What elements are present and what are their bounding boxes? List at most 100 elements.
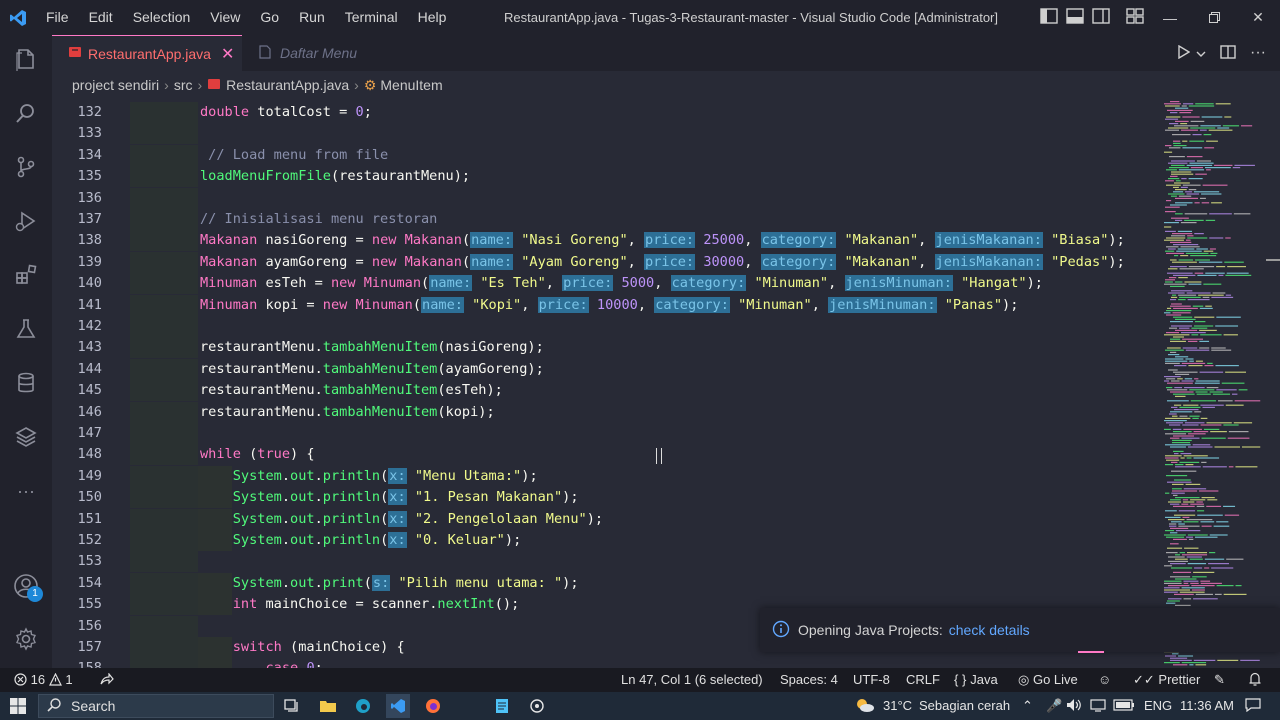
clock[interactable]: 11:36 AM [1180,692,1234,720]
layers-icon[interactable] [12,423,40,451]
explorer-icon[interactable] [12,45,40,73]
notification-link[interactable]: check details [949,622,1030,638]
code-line[interactable]: 135 loadMenuFromFile(restaurantMenu); [52,166,1162,188]
more-actions-icon[interactable]: ··· [1250,44,1266,62]
notepad-icon[interactable] [490,694,514,718]
menu-view[interactable]: View [200,0,250,35]
code-line[interactable]: 158 case 0: [52,658,1162,668]
code-text: Makanan ayamGoreng = new Makanan(name: "… [200,253,1125,270]
prettier-button[interactable]: ✓✓ Prettier [1133,668,1200,692]
code-line[interactable]: 138 Makanan nasiGoreng = new Makanan(name… [52,230,1162,252]
volume-icon[interactable] [1066,692,1082,720]
notification-toast[interactable]: Opening Java Projects: check details [760,608,1280,653]
input-language[interactable]: ENG [1144,692,1172,720]
taskbar-search[interactable]: Search [38,694,274,718]
breadcrumb-item[interactable]: src [174,77,193,93]
code-line[interactable]: 141 Minuman kopi = new Minuman(name: "Kop… [52,294,1162,316]
menu-go[interactable]: Go [250,0,289,35]
code-line[interactable]: 137 // Inisialisasi menu restoran [52,209,1162,230]
menu-run[interactable]: Run [289,0,335,35]
microphone-icon[interactable]: 🎤 [1046,692,1062,720]
tab-restaurantapp[interactable]: RestaurantApp.java ✕ [52,35,242,71]
firefox-icon[interactable] [421,694,445,718]
file-explorer-icon[interactable] [316,694,340,718]
toggle-secondary-sidebar-icon[interactable] [1092,8,1112,26]
restore-icon[interactable] [1192,0,1236,35]
tab-daftar-menu[interactable]: Daftar Menu [242,35,428,71]
settings-gear-icon[interactable] [12,625,40,653]
extensions-icon[interactable] [12,261,40,289]
code-line[interactable]: 133 [52,123,1162,145]
toggle-panel-icon[interactable] [1066,8,1086,26]
indentation[interactable]: Spaces: 4 [780,668,838,692]
code-editor[interactable]: 132 double totalCost = 0; 133 134 // Load m… [52,99,1162,668]
notifications-bell-icon[interactable] [1248,668,1262,692]
code-line[interactable]: 154 System.out.print(s: "Pilih menu utam… [52,572,1162,594]
scrollbar[interactable] [1266,99,1280,668]
minimap-line [1196,393,1211,395]
close-icon[interactable]: ✕ [1236,0,1280,35]
code-line[interactable]: 134 // Load menu from file [52,144,1162,166]
menu-selection[interactable]: Selection [123,0,201,35]
menu-file[interactable]: File [36,0,79,35]
minimize-icon[interactable]: — [1148,0,1192,35]
weather-temp[interactable]: 31°C [883,692,912,720]
vscode-taskbar-icon[interactable] [386,694,410,718]
database-icon[interactable] [12,369,40,397]
minimap[interactable] [1162,99,1266,668]
breadcrumb-item[interactable]: MenuItem [380,77,442,93]
task-view-icon[interactable] [280,694,304,718]
app-settings-icon[interactable] [525,694,549,718]
code-line[interactable]: 139 Makanan ayamGoreng = new Makanan(name… [52,251,1162,273]
code-line[interactable]: 148 while (true) { [52,444,1162,466]
run-debug-icon[interactable] [12,207,40,235]
code-line[interactable]: 145 restaurantMenu.tambahMenuItem(esTeh); [52,380,1162,402]
customize-layout-icon[interactable] [1126,8,1146,26]
language-mode[interactable]: { } Java [954,668,998,692]
weather-icon[interactable] [853,692,875,720]
feedback-icon[interactable]: ✎ [1214,668,1225,692]
search-icon[interactable] [12,99,40,127]
breadcrumb-item[interactable]: RestaurantApp.java [226,77,349,93]
testing-icon[interactable] [12,315,40,343]
end-of-line[interactable]: CRLF [906,668,940,692]
code-line[interactable]: 146 restaurantMenu.tambahMenuItem(kopi); [52,401,1162,423]
network-icon[interactable] [1090,692,1106,720]
live-share-icon[interactable] [100,668,114,692]
code-line[interactable]: 153 [52,551,1162,573]
code-line[interactable]: 152 System.out.println(x: "0. Keluar"); [52,530,1162,551]
edge-browser-icon[interactable] [351,694,375,718]
notification-center-icon[interactable] [1245,692,1261,720]
go-live-button[interactable]: ◎ Go Live [1018,668,1078,692]
cursor-position[interactable]: Ln 47, Col 1 (6 selected) [621,668,763,692]
problems-indicator[interactable]: 16 1 [14,668,73,692]
copilot-icon[interactable]: ☺ [1098,668,1111,692]
source-control-icon[interactable] [12,153,40,181]
code-line[interactable]: 149 System.out.println(x: "Menu Utama:")… [52,465,1162,487]
code-line[interactable]: 144 restaurantMenu.tambahMenuItem(ayamGor… [52,358,1162,380]
code-line[interactable]: 143 restaurantMenu.tambahMenuItem(nasiGor… [52,337,1162,359]
code-line[interactable]: 142 [52,316,1162,337]
code-line[interactable]: 140 Minuman esTeh = new Minuman(name: "Es… [52,273,1162,295]
code-line[interactable]: 147 [52,423,1162,444]
scrollbar-thumb[interactable] [1266,259,1280,261]
breadcrumb-item[interactable]: project sendiri [72,77,159,93]
split-editor-icon[interactable] [1220,44,1236,62]
code-line[interactable]: 132 double totalCost = 0; [52,102,1162,123]
encoding[interactable]: UTF-8 [853,668,890,692]
menu-edit[interactable]: Edit [79,0,123,35]
battery-icon[interactable] [1113,692,1135,720]
chevron-down-icon[interactable] [1196,45,1206,61]
run-icon[interactable] [1178,44,1191,62]
windows-start-icon[interactable] [6,694,30,718]
code-line[interactable]: 150 System.out.println(x: "1. Pesan Maka… [52,487,1162,509]
toggle-sidebar-icon[interactable] [1040,8,1060,26]
more-icon[interactable]: ··· [12,477,40,505]
code-line[interactable]: 136 [52,187,1162,209]
tray-overflow-icon[interactable]: ⌃ [1022,692,1033,720]
menu-help[interactable]: Help [408,0,457,35]
tab-close-icon[interactable]: ✕ [221,44,234,64]
menu-terminal[interactable]: Terminal [335,0,408,35]
weather-desc[interactable]: Sebagian cerah [919,692,1010,720]
code-line[interactable]: 151 System.out.println(x: "2. Pengelolaa… [52,508,1162,530]
